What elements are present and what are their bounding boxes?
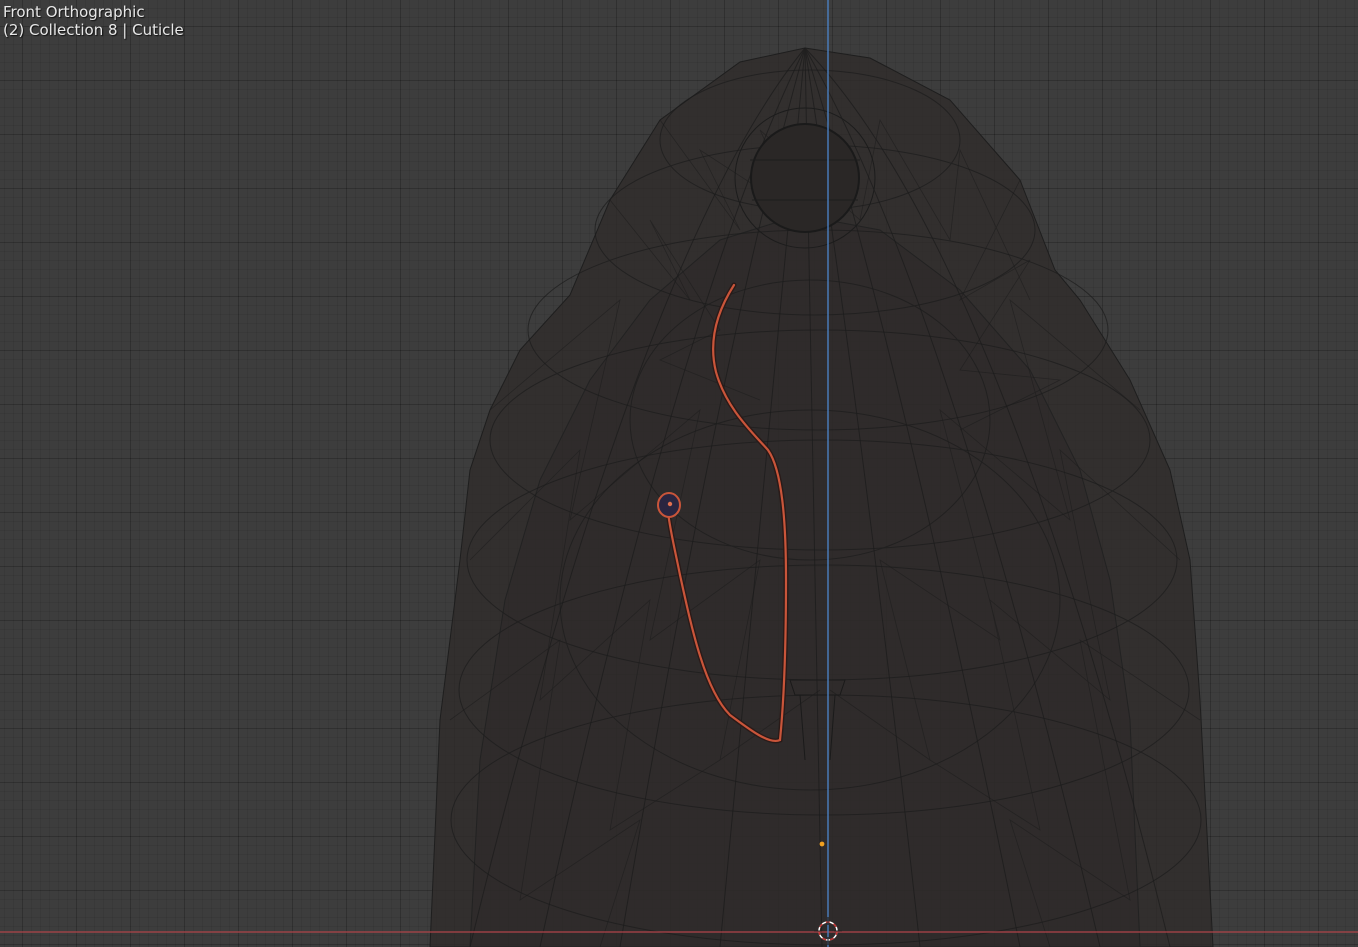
- object-origin-dot[interactable]: [819, 841, 825, 847]
- view-name-label: Front Orthographic: [3, 3, 145, 21]
- 3d-viewport[interactable]: Front Orthographic (2) Collection 8 | Cu…: [0, 0, 1358, 947]
- viewport-info-overlay: Front Orthographic (2) Collection 8 | Cu…: [3, 3, 184, 39]
- curve-endpoint-handle[interactable]: [657, 492, 681, 518]
- scene-canvas[interactable]: [0, 0, 1358, 947]
- context-info-label: (2) Collection 8 | Cuticle: [3, 21, 184, 39]
